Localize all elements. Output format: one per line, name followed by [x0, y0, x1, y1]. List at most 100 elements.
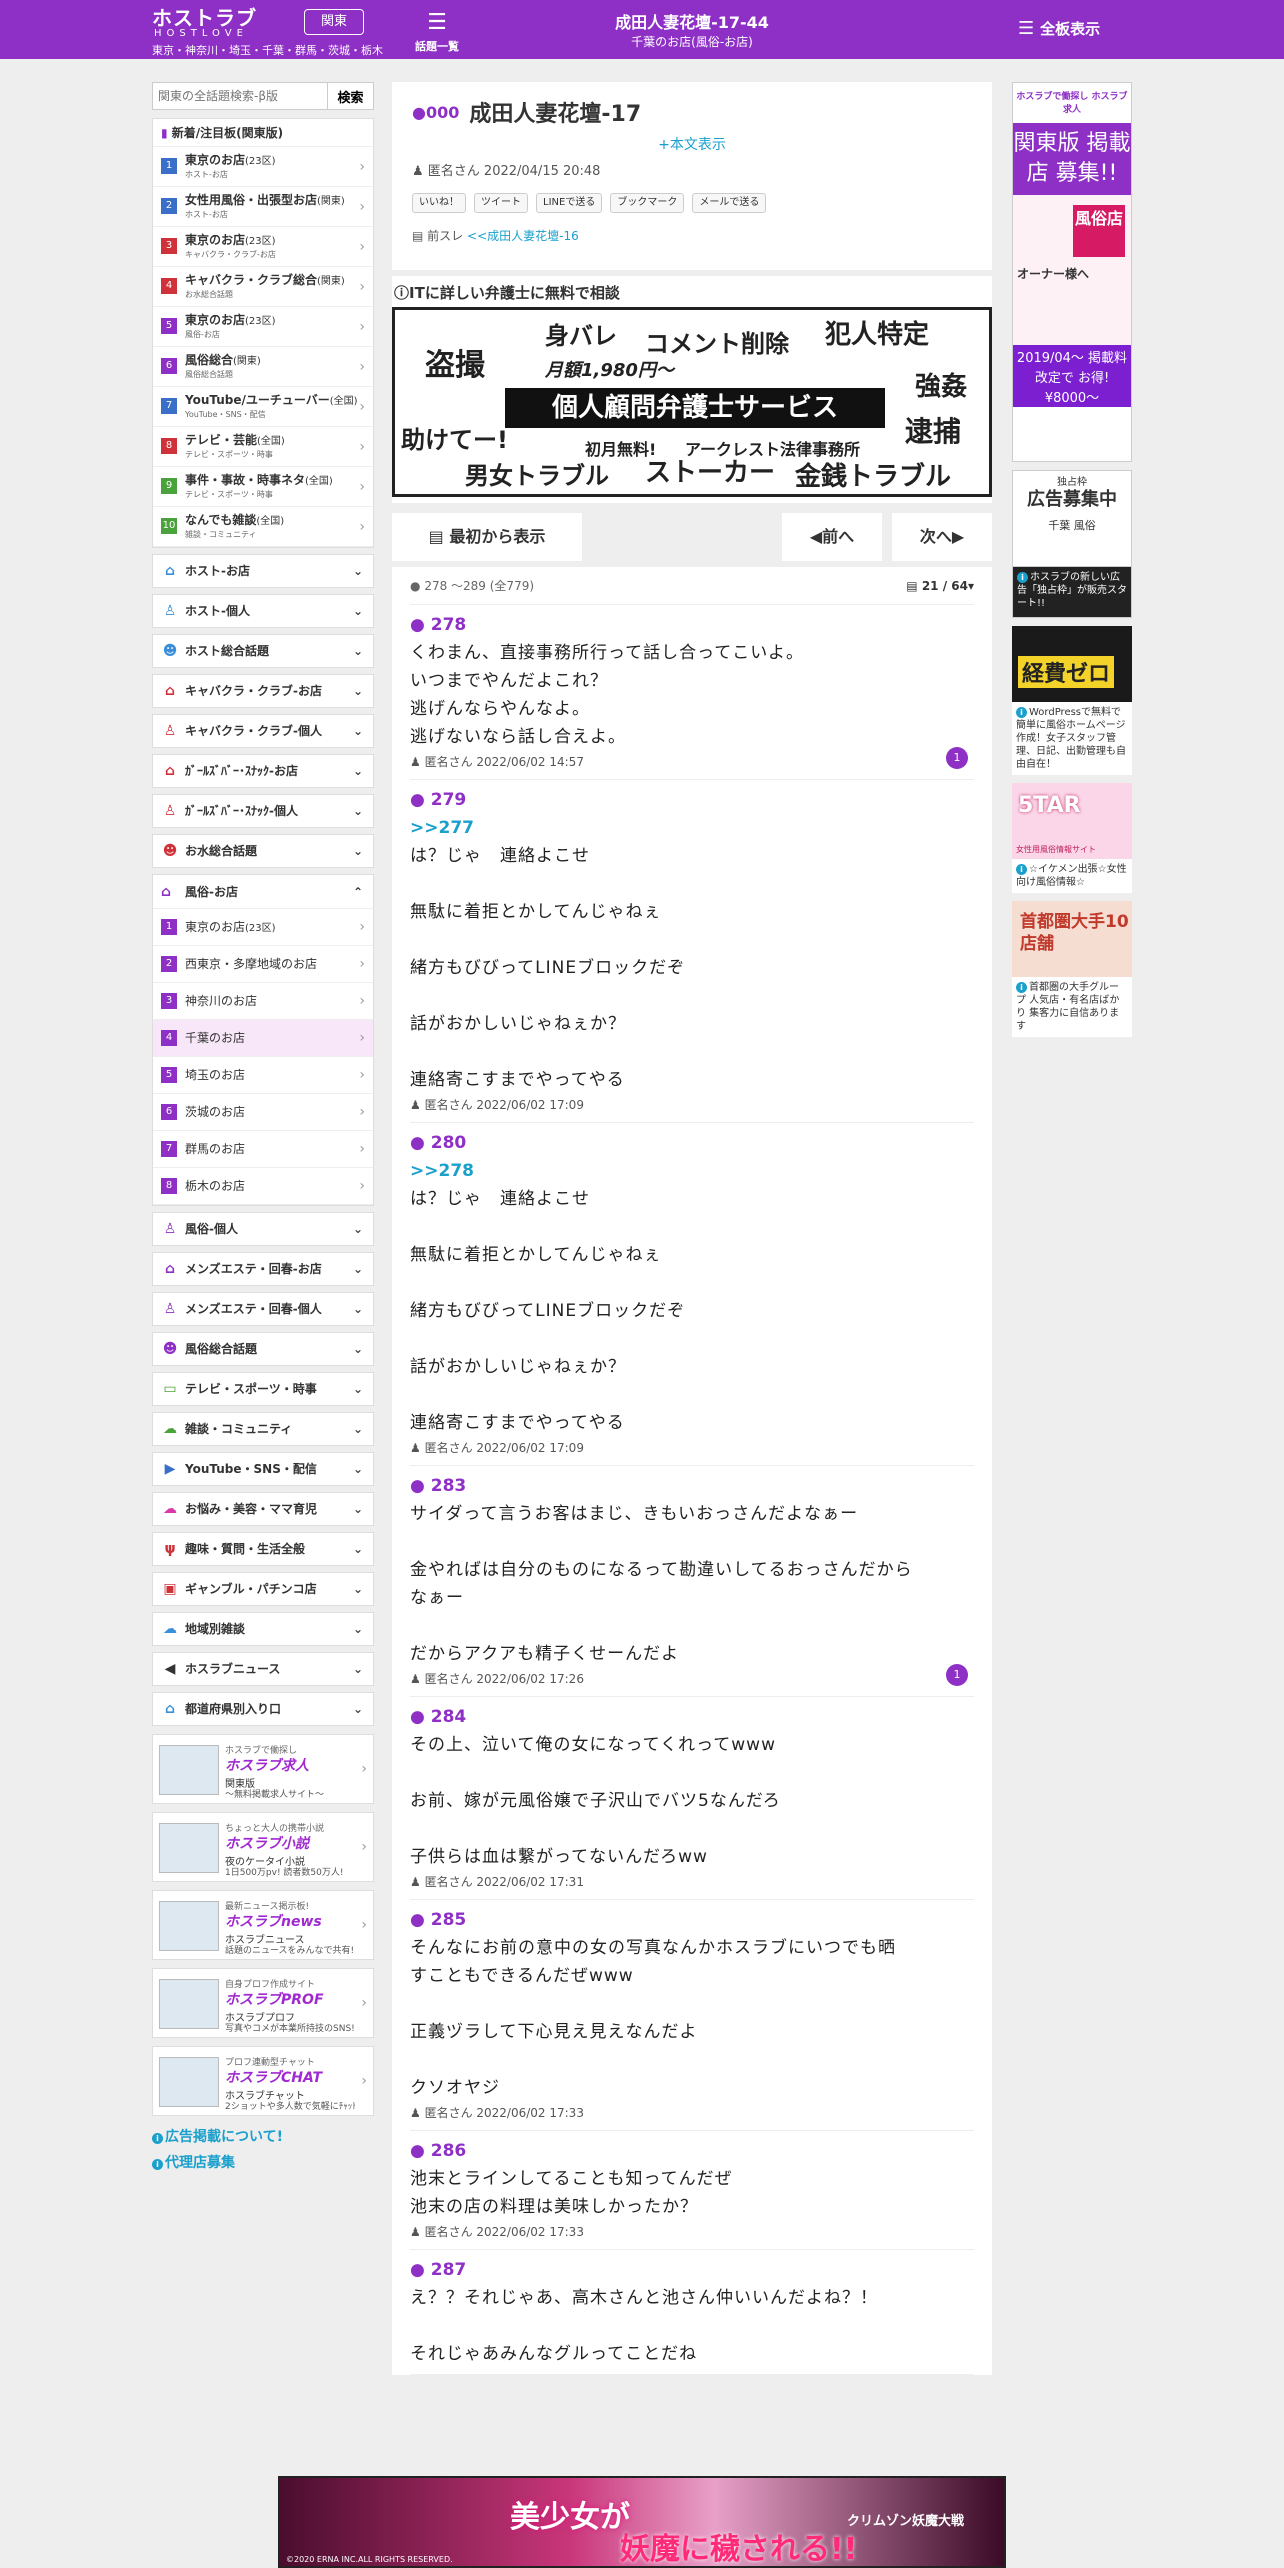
fuzoku-shop-header[interactable]: ⌂ 風俗-お店 ⌃ [153, 875, 373, 909]
post-number[interactable]: ● 284 [410, 1697, 974, 1731]
category-item[interactable]: ☻ 風俗総合話題 ⌄ [152, 1332, 374, 1366]
category-item[interactable]: ⌂ メンズエステ・回春-お店 ⌄ [152, 1252, 374, 1286]
mail-share-button[interactable]: メールで送る [692, 193, 767, 213]
doc-icon: ▤ [412, 229, 424, 243]
service-banner[interactable]: ホスラブで働探し ホスラブ求人 関東版 〜無料掲載求人サイト〜 › [152, 1734, 374, 1804]
post-text-line: くわまん、直接事務所行って話し合ってこいよ。 [410, 643, 804, 663]
bookmark-button[interactable]: ブックマーク [610, 193, 685, 213]
new-board-item[interactable]: 10 なんでも雑談(全国) 雑談・コミュニティ › [153, 507, 373, 547]
post-number[interactable]: ● 285 [410, 1900, 974, 1934]
category-item[interactable]: ♙ キャバクラ・クラブ-個人 ⌄ [152, 714, 374, 748]
star-ad[interactable]: 5TAR 女性用風俗情報サイト i ☆イケメン出張☆女性向け風俗情報☆ [1012, 783, 1132, 893]
chevron-down-icon: ⌄ [352, 1302, 363, 1316]
agency-link[interactable]: i 代理店募集 [152, 2150, 374, 2176]
reply-count-badge[interactable]: 1 [946, 747, 968, 769]
show-from-first-button[interactable]: ▤ 最初から表示 [392, 513, 582, 561]
post-number[interactable]: ● 279 [410, 780, 974, 814]
left-sidebar: 検索 ▮ 新着/注目板(関東版) 1 東京のお店(23区) ホスト-お店 › 2 女性用風… [152, 82, 374, 2176]
category-item[interactable]: ♙ ホスト-個人 ⌄ [152, 594, 374, 628]
category-item[interactable]: ▶ YouTube・SNS・配信 ⌄ [152, 1452, 374, 1486]
category-item[interactable]: ☁ お悩み・美容・ママ育児 ⌄ [152, 1492, 374, 1526]
category-item[interactable]: ♙ メンズエステ・回春-個人 ⌄ [152, 1292, 374, 1326]
sub-board-label: 群馬のお店 [185, 1142, 246, 1156]
search-button[interactable]: 検索 [328, 82, 374, 110]
banner-brand: ホスラブPROF [225, 1992, 324, 2008]
sub-board-item[interactable]: 8 栃木のお店 › [153, 1168, 373, 1205]
new-board-item[interactable]: 7 YouTube/ユーチューバー(全国) YouTube・SNS・配信 › [153, 387, 373, 427]
show-body-link[interactable]: +本文表示 [412, 134, 972, 154]
sub-board-item[interactable]: 7 群馬のお店 › [153, 1131, 373, 1168]
category-item[interactable]: ◀ ホスラブニュース ⌄ [152, 1652, 374, 1686]
new-board-item[interactable]: 3 東京のお店(23区) キャバクラ・クラブ-お店 › [153, 227, 373, 267]
ad-image[interactable]: 盗撮 身バレ コメント削除 犯人特定 強姦 逮捕 月額1,980円〜 個人顧問弁… [392, 307, 992, 497]
new-board-item[interactable]: 8 テレビ・芸能(全国) テレビ・スポーツ・時事 › [153, 427, 373, 467]
reply-link[interactable]: >>278 [410, 1157, 974, 1185]
reply-count-badge[interactable]: 1 [946, 1664, 968, 1686]
lawyer-ad[interactable]: ⓘITに詳しい弁護士に無料で相談 盗撮 身バレ コメント削除 犯人特定 強姦 逮… [392, 276, 992, 503]
service-banner[interactable]: 最新ニュース掲示板! ホスラブnews ホスラブニュース 話題のニュースをみんなで共有… [152, 1890, 374, 1960]
category-item[interactable]: ♙ ｶﾞｰﾙｽﾞﾊﾞｰ･ｽﾅｯｸ-個人 ⌄ [152, 794, 374, 828]
chevron-right-icon: › [359, 358, 365, 375]
category-item[interactable]: ψ 趣味・質問・生活全般 ⌄ [152, 1532, 374, 1566]
site-logo[interactable]: ホストラブ HOSTLOVE [152, 8, 257, 40]
all-boards-button[interactable]: ☰ 全板表示 [1018, 18, 1100, 39]
post-number[interactable]: ● 283 [410, 1466, 974, 1500]
page-indicator[interactable]: ▤ 21 / 64▾ [906, 567, 974, 605]
post-number[interactable]: ● 278 [410, 605, 974, 639]
category-item[interactable]: ☻ ホスト総合話題 ⌄ [152, 634, 374, 668]
service-banner[interactable]: 自身プロフ作成サイト ホスラブPROF ホスラブプロフ 写真やコメが本業所持技のSNS… [152, 1968, 374, 2038]
sub-board-item[interactable]: 4 千葉のお店 › [153, 1020, 373, 1057]
reply-link[interactable]: >>277 [410, 814, 974, 842]
facebook-like-button[interactable]: いいね！ [412, 193, 466, 213]
category-item[interactable]: ⌂ ｶﾞｰﾙｽﾞﾊﾞｰ･ｽﾅｯｸ-お店 ⌄ [152, 754, 374, 788]
topic-list-button[interactable]: ☰ 話題一覧 [412, 8, 462, 54]
sub-board-item[interactable]: 1 東京のお店(23区) › [153, 909, 373, 946]
next-page-button[interactable]: 次へ▶ [892, 513, 992, 561]
metro-ad[interactable]: 首都圏大手10店舗 i 首都圏の大手グループ 人気店・有名店ばかり 集客力に自信あ… [1012, 901, 1132, 1037]
post-number[interactable]: ● 280 [410, 1123, 974, 1157]
chevron-right-icon: › [359, 1030, 365, 1046]
prev-page-button[interactable]: ◀前へ [782, 513, 882, 561]
sub-number: 7 [161, 1141, 177, 1157]
chevron-right-icon: › [359, 238, 365, 255]
new-board-item[interactable]: 1 東京のお店(23区) ホスト-お店 › [153, 147, 373, 187]
category-item[interactable]: ▣ ギャンブル・パチンコ店 ⌄ [152, 1572, 374, 1606]
new-board-item[interactable]: 5 東京のお店(23区) 風俗-お店 › [153, 307, 373, 347]
recruit-ad[interactable]: ホスラブで働探し ホスラブ求人 関東版 掲載店 募集!! 風俗店 オーナー様へ … [1012, 82, 1132, 462]
sub-board-item[interactable]: 3 神奈川のお店 › [153, 983, 373, 1020]
chevron-down-icon: ⌄ [352, 1502, 363, 1516]
banner-brand: ホスラブ求人 [225, 1758, 309, 1774]
line-share-button[interactable]: LINEで送る [536, 193, 603, 213]
post-number[interactable]: ● 287 [410, 2250, 974, 2284]
new-board-item[interactable]: 6 風俗総合(関東) 風俗総合話題 › [153, 347, 373, 387]
category-item[interactable]: ☁ 地域別雑談 ⌄ [152, 1612, 374, 1646]
service-banner[interactable]: プロフ連動型チャット ホスラブCHAT ホスラブチャット 2ショットや多人数で気軽にﾁ… [152, 2046, 374, 2116]
search-input[interactable] [152, 82, 328, 110]
area-select-button[interactable]: 関東 [304, 9, 364, 35]
post-number[interactable]: ● 286 [410, 2131, 974, 2165]
right-ads: ホスラブで働探し ホスラブ求人 関東版 掲載店 募集!! 風俗店 オーナー様へ … [1012, 82, 1132, 1045]
category-label: メンズエステ・回春-お店 [185, 1262, 322, 1276]
service-banner[interactable]: ちょっと大人の携帯小説 ホスラブ小説 夜のケータイ小説 1日500万pv! 読者数50… [152, 1812, 374, 1882]
chevron-right-icon: › [359, 318, 365, 335]
category-item[interactable]: ⌂ キャバクラ・クラブ-お店 ⌄ [152, 674, 374, 708]
category-item[interactable]: ☻ お水総合話題 ⌄ [152, 834, 374, 868]
prev-thread-link[interactable]: <<成田人妻花壇-16 [467, 229, 579, 243]
wordpress-ad[interactable]: 経費ゼロ i WordPressで無料で簡単に風俗ホームページ作成！女子スタッフ管… [1012, 626, 1132, 775]
sub-board-item[interactable]: 2 西東京・多摩地域のお店 › [153, 946, 373, 983]
exclusive-ad[interactable]: 独占枠 広告募集中 千葉 風俗 i ホスラブの新しい広告「独占枠」が販売スタート!… [1012, 470, 1132, 618]
category-item[interactable]: ⌂ ホスト-お店 ⌄ [152, 554, 374, 588]
ad-info-link[interactable]: i 広告掲載について! [152, 2124, 374, 2150]
sub-board-item[interactable]: 5 埼玉のお店 › [153, 1057, 373, 1094]
bottom-banner-ad[interactable]: 美少女が 妖魔に穢される!! ©2020 ERNA INC.ALL RIGHTS… [278, 2476, 1006, 2568]
tweet-button[interactable]: ツイート [474, 193, 528, 213]
category-item[interactable]: ♙ 風俗-個人 ⌄ [152, 1212, 374, 1246]
category-item[interactable]: ☁ 雑談・コミュニティ ⌄ [152, 1412, 374, 1446]
category-item[interactable]: ⌂ 都道府県別入り口 ⌄ [152, 1692, 374, 1726]
category-item[interactable]: ▭ テレビ・スポーツ・時事 ⌄ [152, 1372, 374, 1406]
new-board-item[interactable]: 9 事件・事故・時事ネタ(全国) テレビ・スポーツ・時事 › [153, 467, 373, 507]
sub-board-item[interactable]: 6 茨城のお店 › [153, 1094, 373, 1131]
new-board-item[interactable]: 2 女性用風俗・出張型お店(関東) ホスト-お店 › [153, 187, 373, 227]
user-icon: ♟ [410, 1441, 425, 1455]
new-board-item[interactable]: 4 キャバクラ・クラブ総合(関東) お水総合話題 › [153, 267, 373, 307]
